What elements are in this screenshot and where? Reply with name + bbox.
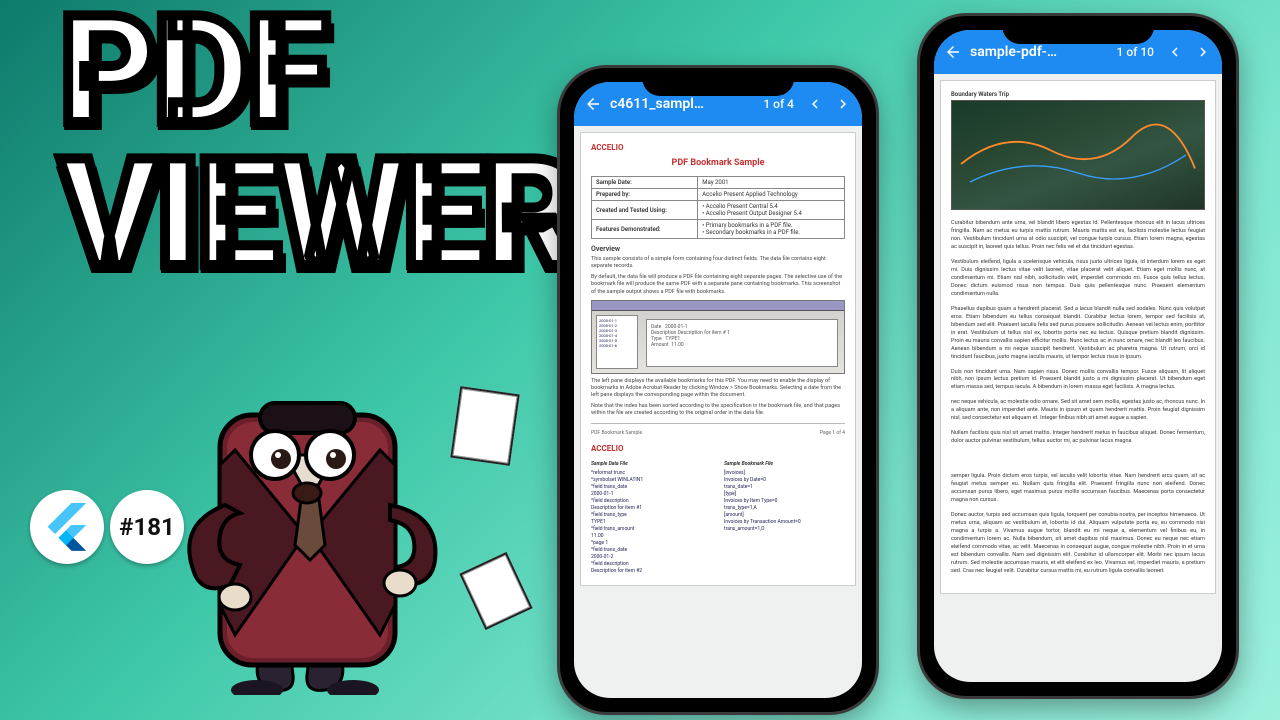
badges: #181 <box>30 490 184 564</box>
chevron-right-icon <box>1194 43 1212 61</box>
body-text: Nullam facilisis quis nisl sit amet matt… <box>951 430 1205 446</box>
body-text: nec neque vehicula, ac molestie odio orn… <box>951 399 1205 423</box>
headline-line2: VIEWER <box>60 143 577 286</box>
arrow-left-icon <box>584 95 602 113</box>
body-text: The left pane displays the available boo… <box>591 378 845 399</box>
flutter-badge <box>30 490 104 564</box>
embedded-screenshot: 2000-01-1 2000-01-2 2000-01-3 2000-01-4 … <box>591 300 845 374</box>
back-button[interactable] <box>942 41 964 63</box>
body-text: Vestibulum eleifend, ligula a scelerisqu… <box>951 259 1205 299</box>
map-image <box>951 100 1205 210</box>
document-title: sample-pdf-… <box>970 44 1107 60</box>
phone-mockup-left: c4611_sampl… 1 of 4 ACCELIO PDF Bookmark… <box>560 68 876 712</box>
bookmark-tree: 2000-01-1 2000-01-2 2000-01-3 2000-01-4 … <box>596 315 638 369</box>
brand-logo: ACCELIO <box>591 444 845 453</box>
mascot-character <box>165 355 475 695</box>
body-text: Curabitur bibendum ante urna, vel blandi… <box>951 220 1205 252</box>
flying-paper-icon <box>450 386 519 466</box>
body-text: semper ligula. Proin dictum eros turpis,… <box>951 473 1205 505</box>
chevron-left-icon <box>806 95 824 113</box>
phone-mockup-right: sample-pdf-… 1 of 10 Boundary Waters Tri… <box>920 16 1236 696</box>
pdf-page[interactable]: ACCELIO PDF Bookmark Sample Sample Date:… <box>580 132 856 586</box>
body-text: This sample consists of a simple form co… <box>591 256 845 270</box>
next-page-button[interactable] <box>832 93 854 115</box>
body-text: Donec auctor, turpis sed accumsan quis l… <box>951 512 1205 576</box>
body-text: Phasellus dapibus quam a hendrerit place… <box>951 306 1205 362</box>
headline: PDF VIEWER <box>60 0 577 285</box>
doc-title: PDF Bookmark Sample <box>591 158 845 168</box>
brand-logo: ACCELIO <box>591 143 845 152</box>
back-button[interactable] <box>582 93 604 115</box>
chevron-right-icon <box>834 95 852 113</box>
document-title: c4611_sampl… <box>610 96 753 112</box>
pdf-page[interactable]: Boundary Waters Trip Curabitur bibendum … <box>940 80 1216 594</box>
map-caption: Boundary Waters Trip <box>951 91 1205 98</box>
page-indicator: 1 of 10 <box>1113 45 1158 59</box>
flutter-logo-icon <box>47 503 87 551</box>
chevron-left-icon <box>1166 43 1184 61</box>
section-heading: Overview <box>591 245 845 253</box>
prev-page-button[interactable] <box>804 93 826 115</box>
body-text: Note that the index has been sorted acco… <box>591 403 845 417</box>
body-text: By default, the data file will produce a… <box>591 274 845 295</box>
prev-page-button[interactable] <box>1164 41 1186 63</box>
metadata-table: Sample Date:May 2001 Prepared by:Accelio… <box>591 176 845 239</box>
code-columns: Sample Data File ^reformat trunc ^symbol… <box>591 461 845 575</box>
next-page-button[interactable] <box>1192 41 1214 63</box>
arrow-left-icon <box>944 43 962 61</box>
page-indicator: 1 of 4 <box>759 97 798 111</box>
phone-notch <box>1002 16 1154 44</box>
record-form: Date 2000-01-1 Description Description f… <box>646 319 838 367</box>
body-text: Duis non tincidunt urna. Nam sapien risu… <box>951 369 1205 393</box>
phone-notch <box>642 68 794 96</box>
headline-line1: PDF <box>60 0 577 143</box>
